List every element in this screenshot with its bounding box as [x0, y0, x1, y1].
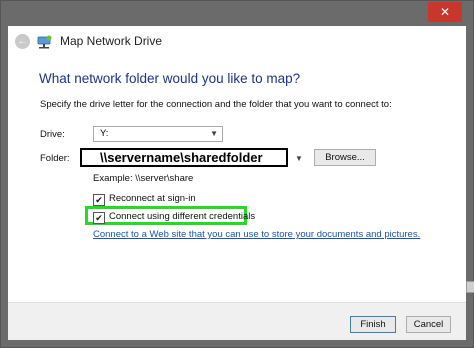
instruction-text: Specify the drive letter for the connect… — [40, 99, 392, 110]
resize-handle[interactable] — [466, 281, 474, 293]
credentials-checkbox-row[interactable]: ✔ Connect using different credentials — [93, 210, 256, 224]
example-text: Example: \\server\share — [93, 173, 194, 184]
drive-select-value: Y: — [100, 128, 109, 139]
reconnect-checkbox[interactable]: ✔ — [93, 194, 105, 206]
wizard-heading: What network folder would you like to ma… — [39, 71, 301, 86]
map-network-drive-dialog: ← Map Network Drive What network folder … — [8, 26, 466, 340]
back-arrow-icon[interactable]: ← — [15, 34, 30, 49]
cancel-button[interactable]: Cancel — [406, 316, 451, 333]
drive-label: Drive: — [40, 129, 65, 140]
folder-history-dropdown-icon[interactable]: ▼ — [293, 152, 305, 166]
window-frame: ✕ ← Map Network Drive What network folde… — [0, 0, 474, 348]
web-site-link[interactable]: Connect to a Web site that you can use t… — [93, 229, 420, 240]
title-bar: ✕ — [2, 2, 472, 26]
chevron-down-icon: ▼ — [210, 129, 218, 138]
close-button[interactable]: ✕ — [428, 2, 462, 22]
browse-button[interactable]: Browse... — [314, 149, 376, 166]
reconnect-checkbox-row[interactable]: ✔ Reconnect at sign-in — [93, 192, 196, 206]
reconnect-label: Reconnect at sign-in — [109, 193, 196, 204]
folder-input[interactable]: \\servername\sharedfolder — [80, 148, 288, 167]
credentials-label: Connect using different credentials — [109, 211, 256, 222]
dialog-title: Map Network Drive — [60, 34, 163, 48]
credentials-checkbox[interactable]: ✔ — [93, 212, 105, 224]
button-bar — [8, 302, 466, 340]
drive-select[interactable]: Y: ▼ — [93, 126, 223, 142]
finish-button[interactable]: Finish — [350, 316, 396, 333]
network-drive-icon — [37, 35, 52, 49]
dialog-header: ← Map Network Drive — [8, 26, 466, 58]
folder-label: Folder: — [40, 153, 70, 164]
